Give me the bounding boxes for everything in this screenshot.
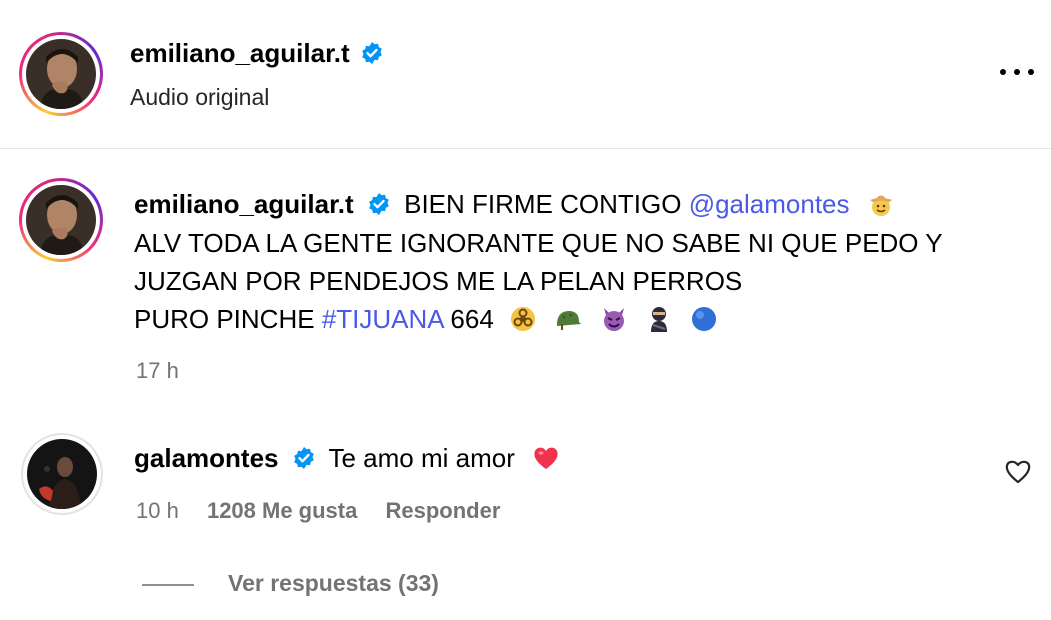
- caption-avatar-image: [26, 185, 96, 255]
- biohazard-emoji-icon: [511, 307, 536, 331]
- reply-meta-row: 10 h 1208 Me gusta Responder: [136, 498, 500, 524]
- red-heart-emoji-icon: [534, 447, 558, 469]
- reply-button[interactable]: Responder: [385, 498, 500, 523]
- verified-badge-icon: [362, 42, 382, 64]
- hashtag-link[interactable]: #TIJUANA: [322, 304, 443, 334]
- caption-author-avatar[interactable]: [19, 178, 103, 262]
- caption-text-4: PURO PINCHE: [134, 304, 315, 334]
- caption-number: 664: [450, 304, 494, 334]
- caption-username[interactable]: emiliano_aguilar.t: [134, 189, 354, 219]
- likes-count[interactable]: 1208 Me gusta: [207, 498, 357, 523]
- caption-line-2: ALV TODA LA GENTE IGNORANTE QUE NO SABE …: [134, 228, 943, 258]
- commenter-username[interactable]: galamontes: [134, 443, 279, 473]
- blue-circle-emoji-icon: [691, 307, 716, 331]
- replies-divider-line: [142, 584, 194, 586]
- cowboy-face-emoji-icon: [869, 195, 892, 216]
- audio-label[interactable]: Audio original: [130, 84, 269, 111]
- more-options-icon[interactable]: [998, 62, 1038, 82]
- reply-timestamp[interactable]: 10 h: [136, 498, 179, 523]
- caption-line-3: JUZGAN POR PENDEJOS ME LA PELAN PERROS: [134, 266, 743, 296]
- author-username[interactable]: emiliano_aguilar.t: [130, 38, 350, 68]
- reply-comment-text: Te amo mi amor: [328, 443, 515, 473]
- verified-badge-icon: [369, 193, 389, 215]
- header-divider: [0, 148, 1051, 149]
- post-header: emiliano_aguilar.t Audio original: [0, 0, 1051, 148]
- author-avatar-image: [26, 39, 96, 109]
- military-helmet-emoji-icon: [557, 311, 582, 330]
- caption-line-1: emiliano_aguilar.t BIEN FIRME CONTIGO @g…: [134, 185, 905, 223]
- caption-line-4: PURO PINCHE #TIJUANA 664: [134, 300, 728, 338]
- caption-timestamp[interactable]: 17 h: [136, 358, 179, 384]
- smiling-devil-emoji-icon: [603, 308, 624, 331]
- commenter-avatar[interactable]: [21, 433, 103, 515]
- view-replies-button[interactable]: Ver respuestas (33): [228, 570, 439, 597]
- commenter-avatar-image: [27, 439, 97, 509]
- ninja-emoji-icon: [650, 307, 667, 332]
- caption-text-1: BIEN FIRME CONTIGO: [404, 189, 682, 219]
- mention-link[interactable]: @galamontes: [689, 189, 850, 219]
- like-heart-icon[interactable]: [1003, 456, 1033, 486]
- author-avatar[interactable]: [19, 32, 103, 116]
- reply-comment-line: galamontes Te amo mi amor: [134, 439, 570, 477]
- verified-badge-icon: [293, 447, 314, 469]
